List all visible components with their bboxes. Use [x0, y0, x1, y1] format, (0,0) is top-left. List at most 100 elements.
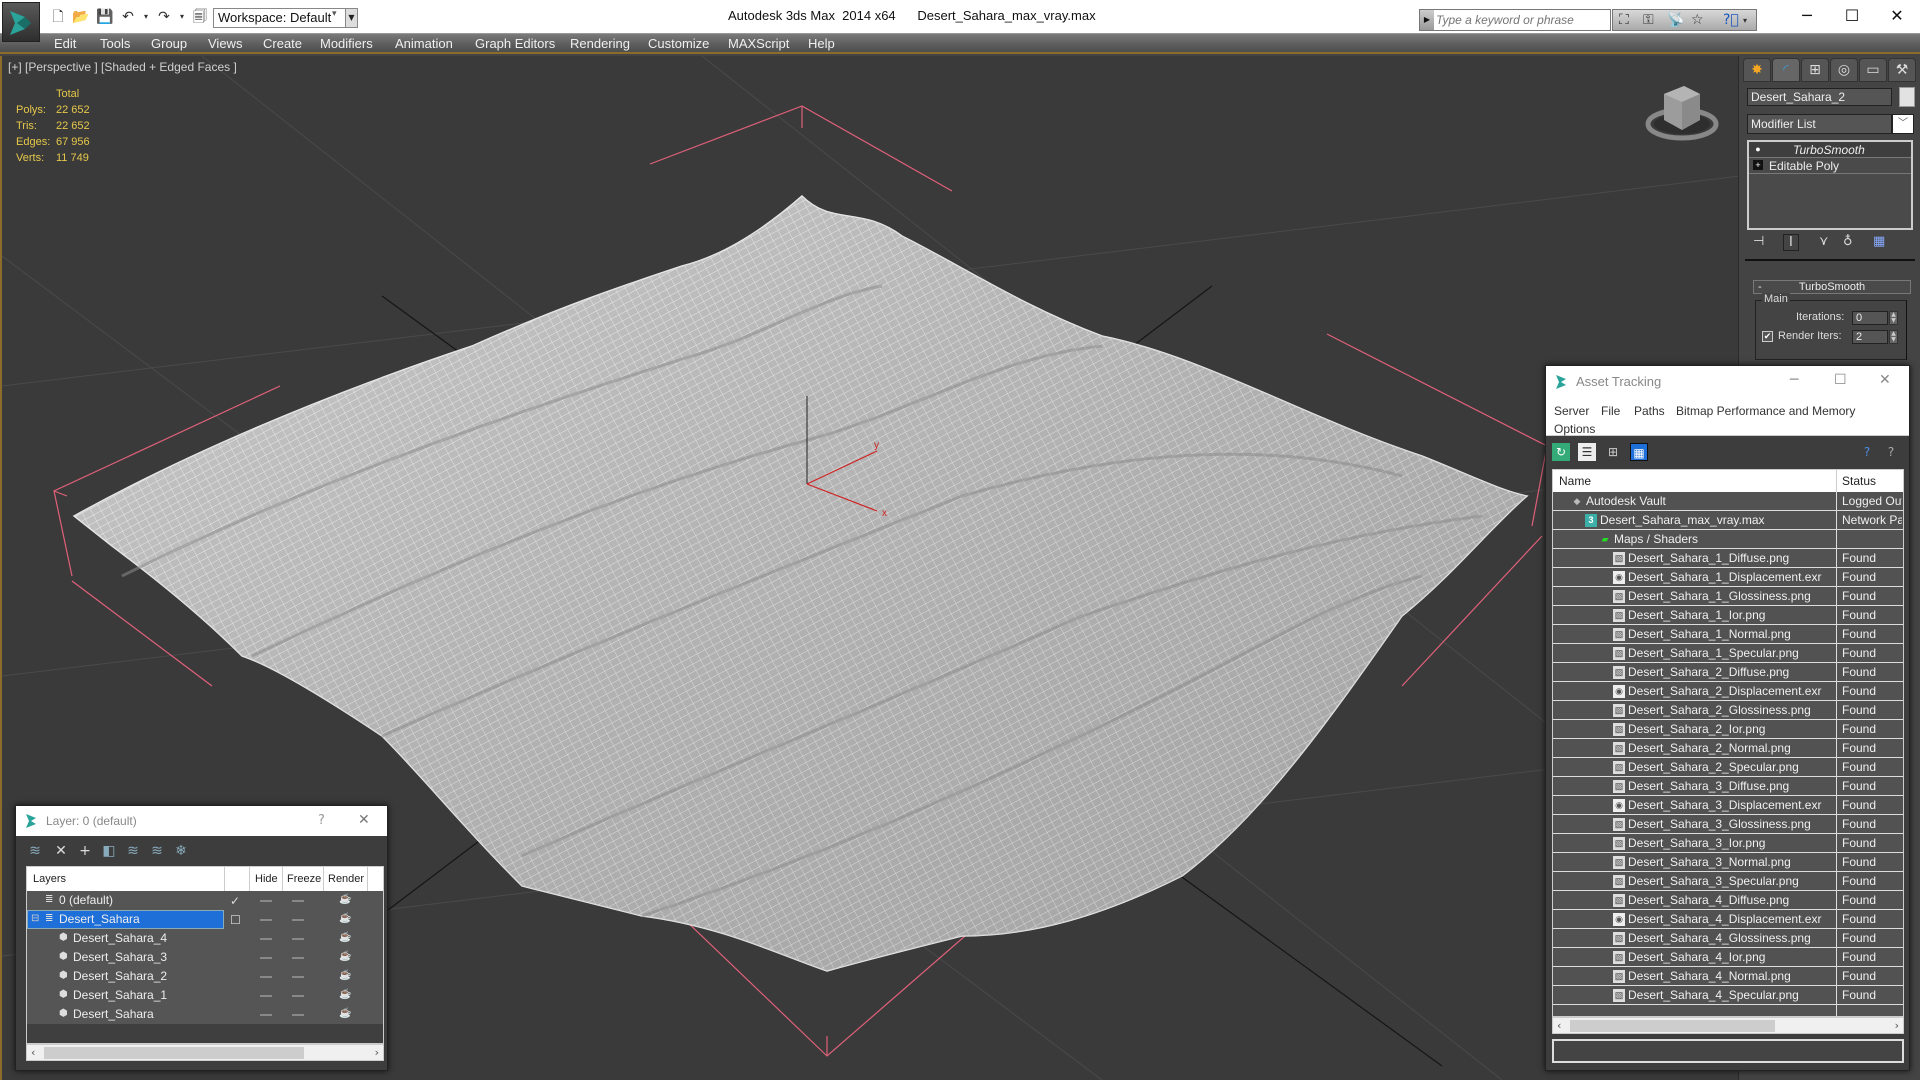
menu-graph-editors[interactable]: Graph Editors [475, 36, 555, 51]
menu-modifiers[interactable]: Modifiers [320, 36, 373, 51]
column-freeze[interactable]: Freeze [287, 873, 321, 885]
help-dropdown-icon[interactable]: ▾ [1743, 16, 1747, 25]
asset-row[interactable]: ◆ Autodesk Vault Logged Out [1553, 492, 1903, 511]
asset-row[interactable]: ◉ Desert_Sahara_4_Displacement.exr Found [1553, 910, 1903, 929]
iterations-spinner[interactable]: 0 [1852, 311, 1888, 325]
hide-toggle[interactable] [260, 900, 272, 902]
asset-row[interactable]: ▧ Desert_Sahara_2_Ior.png Found [1553, 720, 1903, 739]
show-end-result-icon[interactable]: I [1783, 234, 1799, 251]
help-icon[interactable]: ?⃝ [1723, 12, 1739, 28]
maximize-button[interactable]: ☐ [1829, 4, 1875, 28]
scroll-left-icon[interactable]: ‹ [31, 1045, 35, 1060]
asset-row[interactable]: ◉ Desert_Sahara_1_Displacement.exr Found [1553, 568, 1903, 587]
menu-help[interactable]: Help [808, 36, 835, 51]
utilities-tab-icon[interactable]: ⚒ [1888, 58, 1916, 82]
spinner-arrows-icon[interactable]: ▲ ▼ [1889, 330, 1898, 344]
remove-modifier-icon[interactable]: ♁ [1843, 234, 1853, 249]
hierarchy-tab-icon[interactable]: ⊞ [1801, 58, 1829, 82]
menu-animation[interactable]: Animation [395, 36, 453, 51]
stack-item-editable-poly[interactable]: + Editable Poly [1749, 158, 1911, 174]
column-name[interactable]: Name [1559, 474, 1591, 488]
menu-create[interactable]: Create [263, 36, 302, 51]
set-current-layer-box[interactable]: ☐ [230, 913, 241, 927]
asset-row[interactable]: ▰ Maps / Shaders [1553, 530, 1903, 549]
close-button[interactable]: ✕ [1879, 372, 1891, 388]
menu-bitmap-performance[interactable]: Bitmap Performance and Memory [1676, 404, 1855, 418]
maximize-button[interactable]: ☐ [1834, 372, 1847, 388]
asset-row[interactable]: ▧ Desert_Sahara_2_Glossiness.png Found [1553, 701, 1903, 720]
freeze-toggle[interactable] [292, 900, 304, 902]
render-iters-spinner[interactable]: 2 [1852, 330, 1888, 344]
horizontal-scrollbar[interactable]: ‹ › [1552, 1017, 1904, 1034]
asset-row[interactable]: ▧ Desert_Sahara_1_Specular.png Found [1553, 644, 1903, 663]
asset-row[interactable]: ▧ Desert_Sahara_1_Normal.png Found [1553, 625, 1903, 644]
menu-group[interactable]: Group [151, 36, 187, 51]
asset-row[interactable]: ▧ Desert_Sahara_2_Specular.png Found [1553, 758, 1903, 777]
open-file-icon[interactable]: 📂 [72, 9, 89, 25]
asset-row[interactable]: ▧ Desert_Sahara_4_Specular.png Found [1553, 986, 1903, 1005]
delete-layer-icon[interactable]: ✕ [52, 842, 70, 860]
asset-row[interactable]: ▧ Desert_Sahara_2_Diffuse.png Found [1553, 663, 1903, 682]
menu-file[interactable]: File [1601, 404, 1620, 418]
save-icon[interactable]: 💾 [96, 9, 113, 25]
turbosmooth-rollout-header[interactable]: - TurboSmooth [1753, 280, 1911, 294]
select-objects-icon[interactable]: ◧ [100, 842, 118, 860]
asset-row[interactable]: ▧ Desert_Sahara_3_Diffuse.png Found [1553, 777, 1903, 796]
render-teapot-icon[interactable]: ☕ [339, 951, 351, 962]
create-layer-icon[interactable]: ≋ [26, 842, 44, 860]
modifier-list-dropdown[interactable]: Modifier List [1747, 114, 1892, 134]
render-teapot-icon[interactable]: ☕ [339, 1008, 351, 1019]
quick-access-customize-button[interactable]: ▼ [345, 8, 358, 28]
menu-tools[interactable]: Tools [100, 36, 130, 51]
highlight-layer-icon[interactable]: ≋ [124, 842, 142, 860]
asset-row[interactable]: ▧ Desert_Sahara_3_Normal.png Found [1553, 853, 1903, 872]
menu-views[interactable]: Views [208, 36, 242, 51]
hide-unhide-all-icon[interactable]: ≋ [148, 842, 166, 860]
pin-stack-icon[interactable]: ⊣ [1753, 234, 1764, 249]
render-teapot-icon[interactable]: ☕ [339, 894, 351, 905]
asset-row[interactable]: ▧ Desert_Sahara_1_Diffuse.png Found [1553, 549, 1903, 568]
viewport-label-menu[interactable]: [+] [Perspective ] [Shaded + Edged Faces… [8, 60, 237, 74]
add-to-layer-icon[interactable]: + [76, 842, 94, 860]
make-unique-icon[interactable]: ⋎ [1819, 234, 1829, 249]
asset-row[interactable]: ▧ Desert_Sahara_4_Normal.png Found [1553, 967, 1903, 986]
freeze-unfreeze-all-icon[interactable]: ❄ [172, 842, 190, 860]
menu-rendering[interactable]: Rendering [570, 36, 630, 51]
menu-edit[interactable]: Edit [54, 36, 76, 51]
key-icon[interactable]: ⚿ [1643, 12, 1654, 28]
asset-row[interactable]: ▧ Desert_Sahara_3_Glossiness.png Found [1553, 815, 1903, 834]
collapse-icon[interactable]: ⊟ [31, 913, 39, 924]
hide-toggle[interactable] [260, 919, 272, 921]
scrollbar-thumb[interactable] [1570, 1020, 1775, 1032]
asset-row[interactable]: ▧ Desert_Sahara_3_Ior.png Found [1553, 834, 1903, 853]
layer-row[interactable]: ≣ 0 (default) ✓ ☕ [27, 891, 383, 910]
render-teapot-icon[interactable]: ☕ [339, 989, 351, 1000]
layer-row[interactable]: ⊟ ≣ Desert_Sahara ☐ ☕ [27, 910, 383, 929]
star-icon[interactable]: ☆ [1691, 12, 1704, 28]
asset-row[interactable]: ◉ Desert_Sahara_3_Displacement.exr Found [1553, 796, 1903, 815]
column-hide[interactable]: Hide [255, 873, 278, 885]
asset-row[interactable]: ▧ Desert_Sahara_4_Diffuse.png Found [1553, 891, 1903, 910]
menu-maxscript[interactable]: MAXScript [728, 36, 789, 51]
layer-object-row[interactable]: ⬢ Desert_Sahara_1 ☕ [27, 986, 383, 1005]
hide-toggle[interactable] [260, 938, 272, 940]
asset-tracking-titlebar[interactable]: Asset Tracking ─ ☐ ✕ [1546, 366, 1909, 398]
help-disabled-icon[interactable]: ? [1882, 443, 1900, 461]
stack-item-turbosmooth[interactable]: ● TurboSmooth [1749, 142, 1911, 158]
scrollbar-thumb[interactable] [44, 1047, 304, 1059]
freeze-toggle[interactable] [292, 919, 304, 921]
minimize-button[interactable]: ─ [1784, 4, 1830, 28]
hide-toggle[interactable] [260, 976, 272, 978]
hide-toggle[interactable] [260, 1014, 272, 1016]
render-teapot-icon[interactable]: ☕ [339, 932, 351, 943]
display-tab-icon[interactable]: ▭ [1859, 58, 1887, 82]
render-teapot-icon[interactable]: ☕ [339, 970, 351, 981]
freeze-toggle[interactable] [292, 957, 304, 959]
asset-row[interactable]: ◉ Desert_Sahara_2_Displacement.exr Found [1553, 682, 1903, 701]
active-layer-check-icon[interactable]: ✓ [230, 894, 240, 908]
column-render[interactable]: Render [328, 873, 364, 885]
scroll-left-icon[interactable]: ‹ [1557, 1018, 1561, 1033]
freeze-toggle[interactable] [292, 1014, 304, 1016]
asset-row[interactable]: ▧ Desert_Sahara_4_Glossiness.png Found [1553, 929, 1903, 948]
hide-toggle[interactable] [260, 957, 272, 959]
